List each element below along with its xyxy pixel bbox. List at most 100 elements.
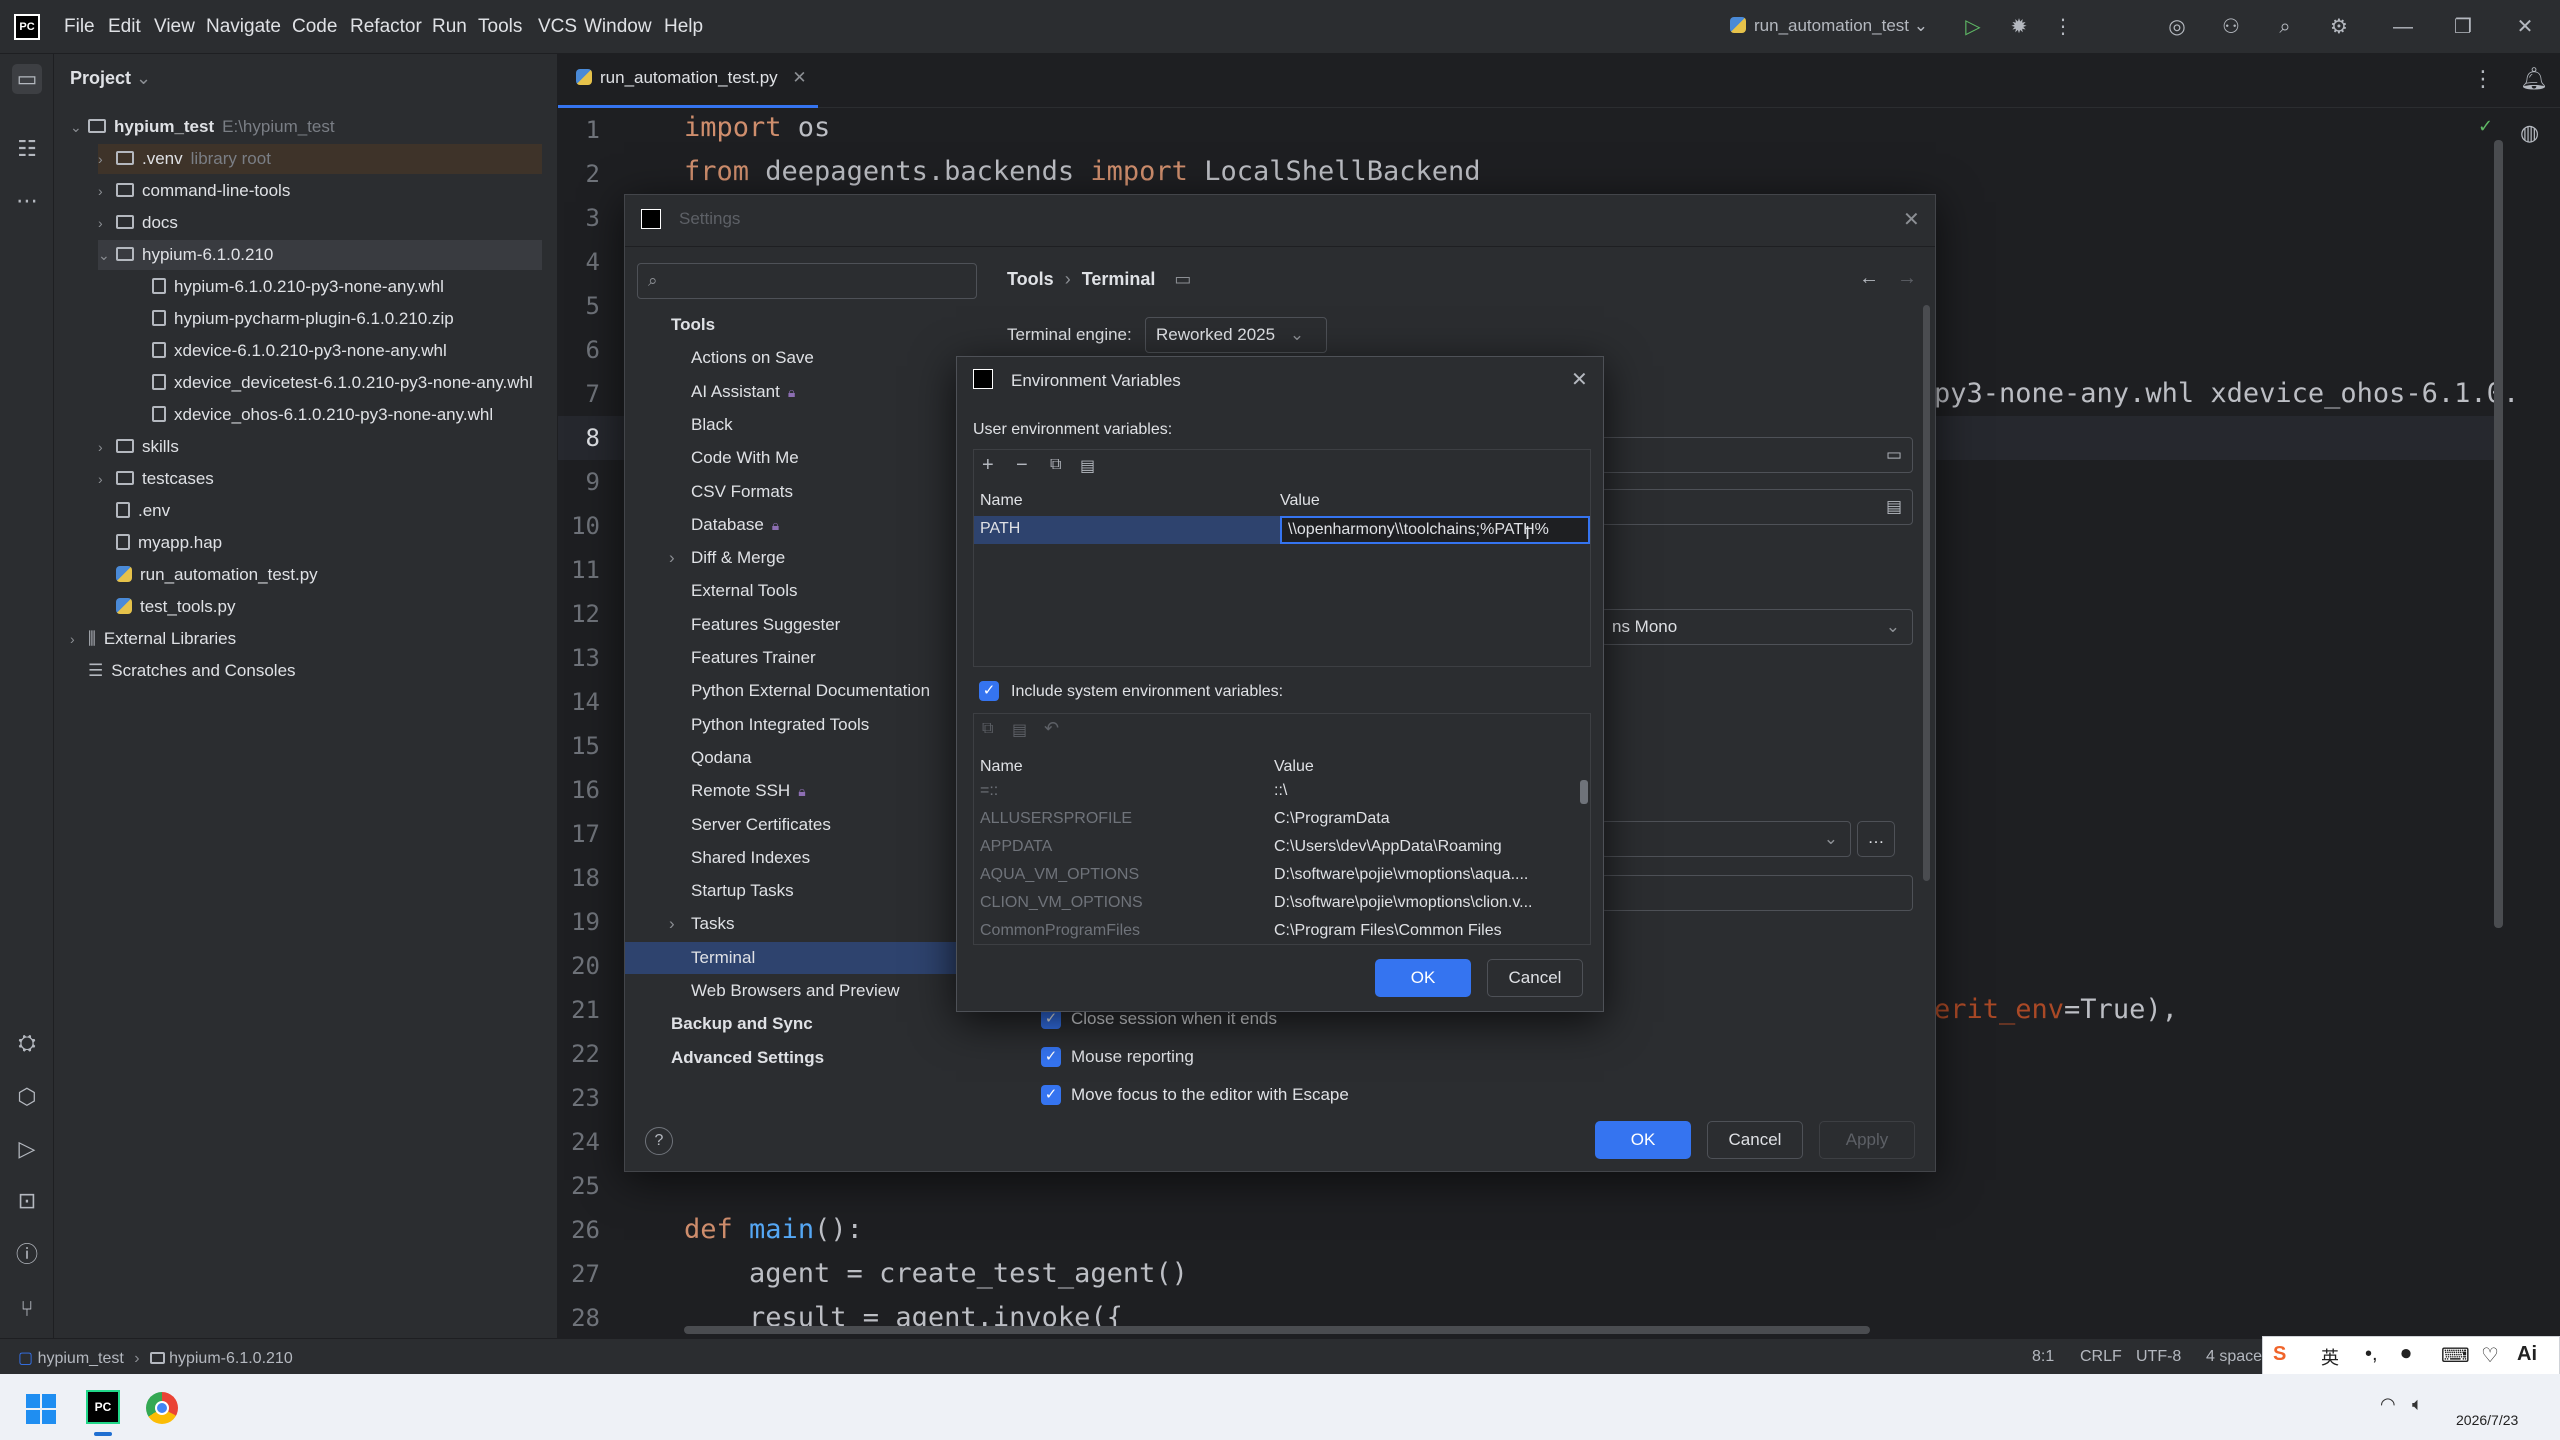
tree-item[interactable]: › testcases	[98, 464, 542, 494]
copy-icon[interactable]: ⧉	[982, 720, 993, 738]
tree-item[interactable]: run_automation_test.py	[98, 560, 542, 590]
settings-cancel-button[interactable]: Cancel	[1707, 1121, 1803, 1159]
tab-name-field[interactable]	[1601, 875, 1913, 911]
settings-nav-item[interactable]: CSV Formats	[625, 476, 977, 508]
settings-nav-item[interactable]: Terminal	[625, 941, 977, 974]
env-vars-field[interactable]: ▤	[1601, 489, 1913, 525]
taskbar-date[interactable]: 2026/7/23	[2456, 1412, 2518, 1428]
shell-path-select[interactable]: ⌄	[1601, 821, 1851, 857]
services-icon[interactable]: ⬡	[12, 1082, 42, 1112]
menu-vcs[interactable]: VCS	[538, 16, 577, 38]
restore-icon[interactable]: ❐	[2450, 14, 2476, 40]
system-var-value[interactable]: C:\Program Files\Common Files	[1274, 922, 1502, 940]
indent-setting[interactable]: 4 spaces	[2206, 1348, 2270, 1366]
menu-run[interactable]: Run	[432, 16, 467, 38]
settings-nav-item[interactable]: Python External Documentation	[625, 675, 977, 707]
env-ok-button[interactable]: OK	[1375, 959, 1471, 997]
settings-nav-item[interactable]: Remote SSH 🔒︎	[625, 775, 977, 807]
line-separator[interactable]: CRLF	[2080, 1348, 2122, 1366]
run-icon[interactable]: ▷	[1960, 14, 1986, 40]
settings-nav-item[interactable]: Qodana	[625, 742, 977, 774]
tree-item[interactable]: xdevice-6.1.0.210-py3-none-any.whl	[134, 336, 542, 366]
system-var-value[interactable]: D:\software\pojie\vmoptions\aqua....	[1274, 866, 1528, 884]
system-var-value[interactable]: D:\software\pojie\vmoptions\clion.v...	[1274, 894, 1532, 912]
code-line-1[interactable]: import os	[684, 112, 830, 143]
close-dialog-icon[interactable]: ✕	[1903, 207, 1920, 232]
system-var-name[interactable]: CLION_VM_OPTIONS	[980, 894, 1143, 912]
debug-icon[interactable]: ✹	[2006, 14, 2032, 40]
problems-icon[interactable]: ⓘ	[12, 1240, 42, 1270]
system-var-name[interactable]: ALLUSERSPROFILE	[980, 810, 1132, 828]
ai-assistant-icon[interactable]: ◎	[2164, 14, 2190, 40]
tree-item[interactable]: xdevice_ohos-6.1.0.210-py3-none-any.whl	[134, 400, 542, 430]
system-var-name[interactable]: =::	[980, 782, 998, 800]
settings-nav-item[interactable]: Tools	[625, 309, 977, 341]
tree-item[interactable]: .env	[98, 496, 542, 526]
status-breadcrumb[interactable]: ▢ hypium_test › hypium-6.1.0.210	[18, 1348, 293, 1368]
settings-nav-item[interactable]: Startup Tasks	[625, 875, 977, 907]
env-cancel-button[interactable]: Cancel	[1487, 959, 1583, 997]
tab-options-icon[interactable]: ⋮	[2472, 66, 2494, 92]
menu-edit[interactable]: Edit	[108, 16, 141, 38]
menu-refactor[interactable]: Refactor	[350, 16, 422, 38]
settings-nav-item[interactable]: Advanced Settings	[625, 1042, 977, 1074]
skin-icon[interactable]: ♡	[2481, 1343, 2499, 1368]
structure-icon[interactable]: ☷	[12, 134, 42, 164]
ime-language[interactable]: 英	[2321, 1344, 2339, 1370]
system-var-value[interactable]: C:\Users\dev\AppData\Roaming	[1274, 838, 1502, 856]
settings-nav-item[interactable]: › Tasks	[625, 908, 977, 940]
tree-item[interactable]: ⌄ hypium-6.1.0.210	[98, 240, 542, 270]
system-var-name[interactable]: CommonProgramFiles	[980, 922, 1140, 940]
menu-help[interactable]: Help	[664, 16, 703, 38]
menu-view[interactable]: View	[154, 16, 195, 38]
minimize-icon[interactable]: —	[2390, 14, 2416, 40]
settings-nav-item[interactable]: External Tools	[625, 575, 977, 607]
close-tab-icon[interactable]: ✕	[792, 68, 806, 87]
chevron-down-icon[interactable]: ⌄	[70, 112, 88, 142]
project-panel-title[interactable]: Project ⌄	[70, 68, 151, 89]
menu-window[interactable]: Window	[584, 16, 652, 38]
settings-nav-item[interactable]: AI Assistant 🔒︎	[625, 376, 977, 408]
settings-nav-item[interactable]: Features Suggester	[625, 609, 977, 641]
option-checkbox[interactable]: ✓	[1041, 1085, 1061, 1105]
tree-item[interactable]: xdevice_devicetest-6.1.0.210-py3-none-an…	[134, 368, 542, 398]
copy-icon[interactable]: ⧉	[1050, 456, 1061, 474]
system-var-name[interactable]: AQUA_VM_OPTIONS	[980, 866, 1139, 884]
close-dialog-icon[interactable]: ✕	[1571, 367, 1588, 392]
tree-item[interactable]: test_tools.py	[98, 592, 542, 622]
edit-env-icon[interactable]: ▤	[1886, 490, 1902, 524]
tree-item[interactable]: ☰ Scratches and Consoles	[70, 656, 542, 686]
chevron-right-icon[interactable]: ›	[70, 624, 88, 654]
code-line-2[interactable]: from deepagents.backends import LocalShe…	[684, 156, 1481, 187]
paste-icon[interactable]: ▤	[1012, 720, 1027, 740]
caret-position[interactable]: 8:1	[2032, 1348, 2054, 1366]
menu-navigate[interactable]: Navigate	[206, 16, 281, 38]
folder-browse-icon[interactable]: ▭	[1886, 438, 1902, 472]
settings-nav-item[interactable]: › Diff & Merge	[625, 542, 977, 574]
settings-nav-item[interactable]: Features Trainer	[625, 642, 977, 674]
tree-item[interactable]: myapp.hap	[98, 528, 542, 558]
settings-nav-item[interactable]: Backup and Sync	[625, 1008, 977, 1040]
help-icon[interactable]: ?	[645, 1127, 673, 1155]
settings-search-input[interactable]: ⌕	[637, 263, 977, 299]
vertical-scrollbar[interactable]	[2494, 140, 2503, 928]
chevron-down-icon[interactable]: ⌄	[98, 240, 116, 270]
run-window-icon[interactable]: ▷	[12, 1134, 42, 1164]
git-icon[interactable]: ⑂	[12, 1294, 42, 1324]
tree-item[interactable]: hypium-pycharm-plugin-6.1.0.210.zip	[134, 304, 542, 334]
editor-tab[interactable]: run_automation_test.py ✕	[558, 54, 818, 108]
chevron-right-icon[interactable]: ›	[98, 464, 116, 494]
settings-nav-item[interactable]: Shared Indexes	[625, 842, 977, 874]
user-var-row[interactable]: PATH \\openharmony\\toolchains;%PATH%	[974, 516, 1590, 544]
ai-chat-icon[interactable]: ◍	[2520, 120, 2539, 146]
forward-arrow-icon[interactable]: →	[1897, 267, 1917, 290]
chrome-taskbar-icon[interactable]	[146, 1392, 178, 1424]
code-line-7-tail[interactable]: py3-none-any.whl xdevice_ohos-6.1.0.	[1934, 378, 2519, 409]
code-line-26[interactable]: def main():	[684, 1214, 863, 1245]
settings-content-scrollbar[interactable]	[1923, 305, 1930, 881]
chevron-right-icon[interactable]: ›	[98, 176, 116, 206]
start-directory-field[interactable]: ▭	[1601, 437, 1913, 473]
shell-path-browse-button[interactable]: …	[1857, 821, 1895, 857]
paste-icon[interactable]: ▤	[1080, 456, 1095, 476]
system-var-value[interactable]: C:\ProgramData	[1274, 810, 1390, 828]
